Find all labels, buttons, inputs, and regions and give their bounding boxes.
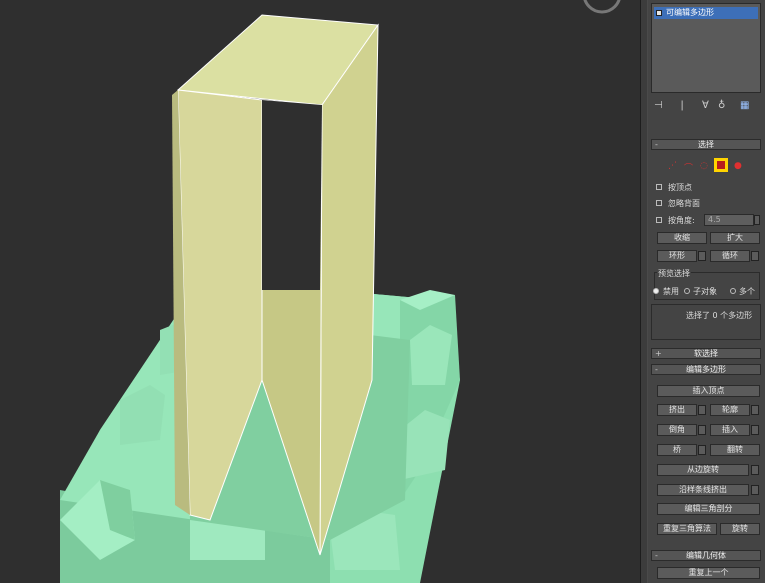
extrude-along-spline-settings-button[interactable] (751, 485, 759, 495)
inset-button[interactable]: 插入 (710, 424, 750, 436)
hinge-from-edge-button[interactable]: 从边旋转 (657, 464, 749, 476)
edit-polygons-rollout-header[interactable]: - 编辑多边形 (651, 364, 761, 375)
collapse-icon: - (655, 365, 658, 374)
repeat-last-button[interactable]: 重复上一个 (657, 567, 760, 579)
remove-modifier-icon[interactable]: ♁ (718, 100, 725, 111)
pin-icon[interactable]: ⊣ (654, 100, 663, 111)
by-vertex-checkbox[interactable] (656, 184, 662, 190)
bevel-button[interactable]: 倒角 (657, 424, 697, 436)
preview-multi-radio[interactable] (730, 288, 736, 294)
viewcube-gizmo[interactable] (583, 0, 621, 14)
soft-selection-title: 软选择 (694, 349, 718, 358)
loop-button[interactable]: 循环 (710, 250, 750, 262)
grow-button[interactable]: 扩大 (710, 232, 760, 244)
outline-settings-button[interactable] (751, 405, 759, 415)
light-bulb-icon[interactable] (656, 10, 662, 16)
edit-geometry-rollout-header[interactable]: - 编辑几何体 (651, 550, 761, 561)
stack-toolbar: ⊣ ❘ ∀ ♁ ▦ (652, 100, 762, 116)
collapse-icon: - (655, 551, 658, 560)
preview-subobject-radio[interactable] (684, 288, 690, 294)
modifier-stack-list[interactable]: 可编辑多边形 (651, 3, 761, 93)
vertex-mode-icon[interactable]: ⋰ (668, 161, 677, 171)
element-mode-icon[interactable]: ● (734, 161, 742, 171)
angle-spinner[interactable]: 4.5 (704, 214, 754, 226)
extrude-button[interactable]: 挤出 (657, 404, 697, 416)
preview-multi-label: 多个 (739, 287, 755, 296)
expand-icon: + (655, 349, 662, 358)
by-angle-checkbox[interactable] (656, 217, 662, 223)
edge-mode-icon[interactable]: ⌒ (684, 161, 693, 174)
preview-subobject-label: 子对象 (693, 287, 717, 296)
outline-button[interactable]: 轮廓 (710, 404, 750, 416)
perspective-viewport[interactable] (0, 0, 640, 583)
preview-off-radio[interactable] (653, 288, 659, 294)
bridge-button[interactable]: 桥 (657, 444, 697, 456)
preview-off-label: 禁用 (663, 287, 679, 296)
ring-spinner[interactable] (698, 251, 706, 261)
bridge-settings-button[interactable] (698, 445, 706, 455)
stack-item-label: 可编辑多边形 (666, 8, 714, 17)
selection-rollout-header[interactable]: - 选择 (651, 139, 761, 150)
edit-geometry-title: 编辑几何体 (686, 551, 726, 560)
preview-selection-title: 预览选择 (657, 268, 691, 279)
show-end-result-icon[interactable]: ❘ (678, 100, 686, 111)
bevel-settings-button[interactable] (698, 425, 706, 435)
retriangulate-button[interactable]: 重复三角算法 (657, 523, 717, 535)
soft-selection-rollout-header[interactable]: + 软选择 (651, 348, 761, 359)
ignore-backfacing-checkbox[interactable] (656, 200, 662, 206)
selection-status-text: 选择了 0 个多边形 (686, 311, 753, 320)
border-mode-icon[interactable]: ◌ (700, 161, 708, 171)
by-vertex-label: 按顶点 (668, 183, 692, 192)
insert-vertex-button[interactable]: 插入顶点 (657, 385, 760, 397)
ring-button[interactable]: 环形 (657, 250, 697, 262)
collapse-icon: - (655, 140, 658, 149)
hinge-settings-button[interactable] (751, 465, 759, 475)
stack-item-editable-poly[interactable]: 可编辑多边形 (654, 7, 758, 19)
arch-opening (262, 100, 322, 290)
configure-sets-icon[interactable]: ▦ (740, 100, 749, 111)
panel-separator[interactable] (640, 0, 648, 583)
by-angle-label: 按角度: (668, 216, 695, 225)
make-unique-icon[interactable]: ∀ (702, 100, 709, 111)
loop-spinner[interactable] (751, 251, 759, 261)
polygon-mode-icon[interactable] (714, 158, 728, 172)
inset-settings-button[interactable] (751, 425, 759, 435)
shrink-button[interactable]: 收缩 (657, 232, 707, 244)
turn-button[interactable]: 旋转 (720, 523, 760, 535)
edit-polygons-title: 编辑多边形 (686, 365, 726, 374)
ignore-backfacing-label: 忽略背面 (668, 199, 700, 208)
command-panel: 可编辑多边形 ⊣ ❘ ∀ ♁ ▦ - 选择 ⋰ ⌒ ◌ ● 按顶点 忽略背面 按… (648, 0, 765, 583)
extrude-along-spline-button[interactable]: 沿样条线挤出 (657, 484, 749, 496)
selection-title: 选择 (698, 140, 714, 149)
angle-spinner-arrows[interactable] (754, 215, 760, 225)
viewport-scene (60, 0, 621, 583)
extrude-settings-button[interactable] (698, 405, 706, 415)
edit-triangulation-button[interactable]: 编辑三角剖分 (657, 503, 760, 515)
flip-button[interactable]: 翻转 (710, 444, 760, 456)
